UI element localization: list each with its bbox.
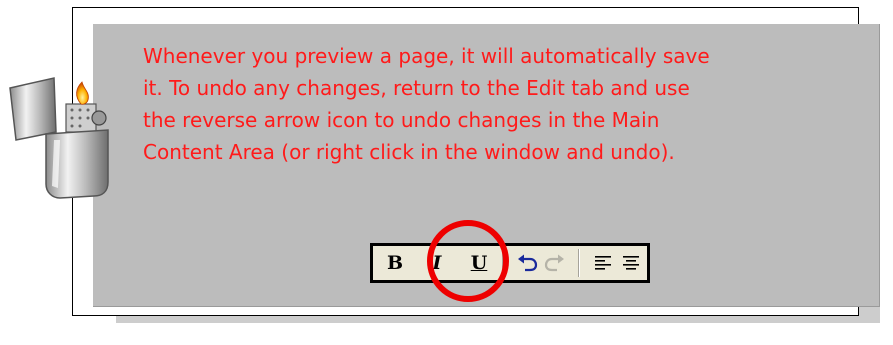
toolbar-separator	[502, 249, 504, 277]
lighter-icon	[9, 77, 109, 199]
align-left-button[interactable]	[589, 248, 617, 278]
bold-button[interactable]: B	[381, 248, 409, 278]
redo-button[interactable]	[541, 248, 569, 278]
italic-button[interactable]: I	[423, 248, 451, 278]
toolbar-separator	[578, 249, 580, 277]
editor-toolbar: B I U	[370, 243, 650, 283]
undo-button[interactable]	[513, 248, 541, 278]
undo-arrow-icon	[518, 254, 538, 272]
instruction-text: Whenever you preview a page, it will aut…	[143, 44, 710, 164]
align-center-icon	[623, 256, 639, 270]
align-left-icon	[595, 256, 611, 270]
redo-arrow-icon	[544, 254, 564, 272]
underline-button[interactable]: U	[465, 248, 493, 278]
align-center-button[interactable]	[617, 248, 645, 278]
